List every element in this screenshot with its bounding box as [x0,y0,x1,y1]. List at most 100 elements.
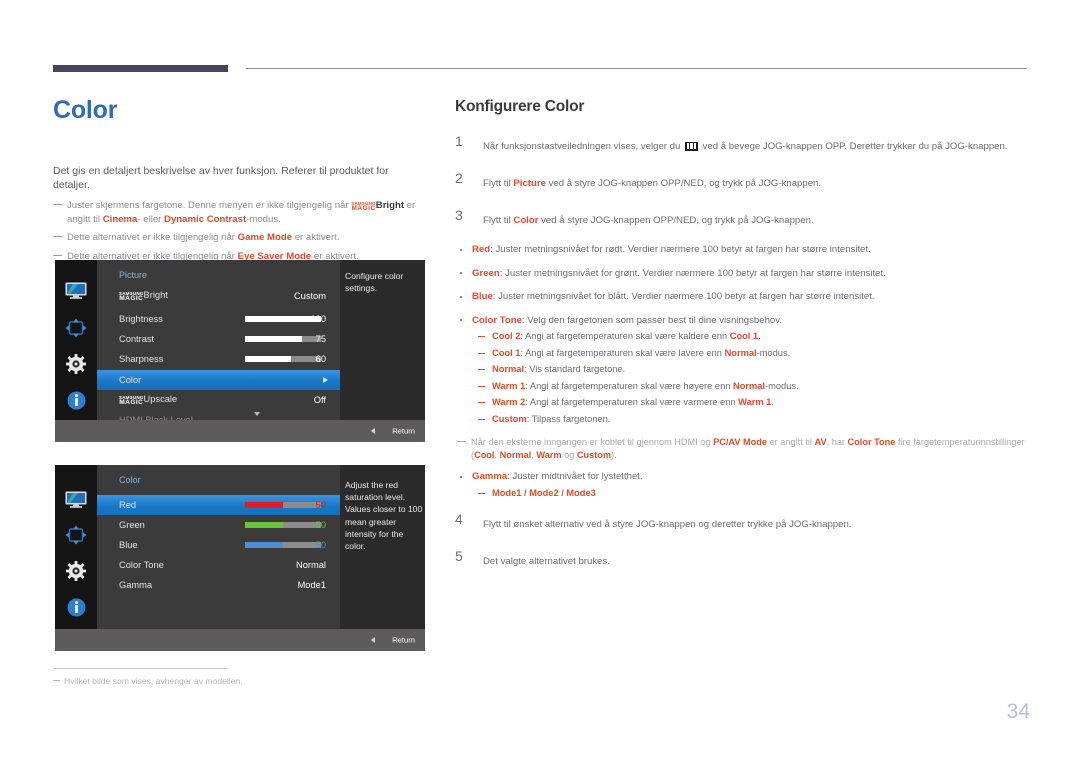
sub-bullet-item: Normal: Vis standard fargetone. [472,363,1030,377]
procedure-step: 3 Flytt til Color ved å styre JOG-knappen… [455,207,1030,228]
display-icon[interactable] [55,487,97,511]
osd-item-value: 50 [315,539,326,550]
osd-menu-item[interactable]: Green 50 [97,515,340,535]
osd-footer-bar: Return [55,629,425,651]
bullet-dot [460,319,463,322]
osd-slider[interactable] [245,501,321,508]
step-number: 3 [455,207,463,223]
note-dash [53,204,62,206]
osd-item-value: 50 [315,499,326,510]
bullet-dot [460,475,463,479]
osd-item-label: Bright [143,290,168,301]
osd-item-label-wrap: Contrast [119,334,154,344]
text-run: ved å bevege JOG-knappen OPP. Deretter t… [699,141,1008,152]
osd-menu-item[interactable]: Contrast 75 [97,329,340,349]
sub-bullet-dash [478,402,485,404]
sub-bullet-dash [478,385,485,387]
right-column: Konfigurere Color 1 Når funksjonstastveil… [455,98,1030,588]
emphasis: Normal [492,364,525,374]
osd-menu-item[interactable]: SAMSUNG MAGIC Upscale Off [97,390,340,410]
osd-menu-item[interactable]: SAMSUNG MAGIC Bright Custom [97,286,340,306]
osd-icon-rail [55,465,97,629]
note-dash [53,236,62,238]
text-run: : Angi at fargetemperaturen skal være hø… [525,380,733,391]
osd-menu-item[interactable]: Gamma Mode1 [97,575,340,595]
emphasis: Dynamic Contrast [164,213,247,225]
note-item: Dette alternativet er ikke tilgjengelig … [53,231,428,245]
emphasis: Blue [472,291,493,302]
bullet-dot [460,295,463,298]
osd-item-label: Contrast [119,333,155,344]
page-title: Color [53,96,118,124]
bullet-dot [460,248,463,251]
emphasis: Color [513,215,539,226]
osd-slider[interactable] [245,521,321,528]
text-run: : Vis standard fargetone. [524,364,626,374]
magicbright-logo: SAMSUNG MAGIC [119,291,144,303]
osd-slider[interactable] [245,541,321,548]
emphasis: Warm 1 [492,380,526,391]
sub-bullet-item: Cool 1: Angi at fargetemperaturen skal v… [472,347,1030,361]
emphasis: Warm 2 [492,397,526,407]
text-run: : Tilpass fargetonen. [526,413,611,424]
text-run: ved å styre JOG-knappen OPP/NED, og tryk… [538,215,814,226]
osd-slider[interactable] [245,335,321,342]
osd-item-label: Sharpness [119,353,164,364]
magicbright-logo: SAMSUNG MAGIC [119,395,144,407]
text-run: Når funksjonstastveiledningen vises, vel… [483,141,683,152]
manual-page: Color Det gis en detaljert beskrivelse a… [0,0,1080,763]
magicbright-logo: SAMSUNG MAGIC [351,201,376,212]
osd-item-value: 50 [315,519,326,530]
text-run: Det valgte alternativet brukes. [483,556,610,568]
emphasis: Normal [724,347,757,358]
text-run: Flytt til [483,178,514,189]
text-run: : Juster midtnivået for lystetthet. [507,471,643,483]
osd-return-label[interactable]: Return [392,636,415,645]
step-text: Når funksjonstastveiledningen vises, vel… [483,141,1008,152]
osd-menu-item[interactable]: Color [97,370,340,390]
footnote: Hvilket bilde som vises, avhenger av mod… [53,675,433,687]
scroll-down-indicator[interactable] [254,412,260,416]
onscreen-display-icon[interactable] [55,523,97,547]
onscreen-display-icon[interactable] [55,316,97,340]
sub-bullet-text: Warm 2: Angi at fargetemperaturen skal v… [492,397,774,407]
sub-bullet-dash [478,492,485,495]
sub-bullet-dash [478,352,485,354]
gamma-bullet: Gamma: Juster midtnivået for lystetthet.… [455,470,1030,500]
osd-item-value: 100 [310,313,326,324]
osd-item-value: Off [313,394,326,405]
sub-bullet-dash [478,336,485,338]
information-icon[interactable] [55,388,97,412]
back-arrow-icon[interactable] [371,428,375,434]
osd-slider[interactable] [245,355,321,362]
information-icon[interactable] [55,595,97,619]
sub-bullet-text: Warm 1: Angi at fargetemperaturen skal v… [492,381,799,391]
bullet-item: Blue: Juster metningsnivået for blått. V… [455,290,1030,304]
display-icon[interactable] [55,278,97,302]
text-run: -modus. [246,213,281,225]
osd-menu-item[interactable]: Color Tone Normal [97,555,340,575]
osd-slider-fill [245,521,283,528]
osd-menu-item[interactable]: Brightness 100 [97,309,340,329]
osd-menu-item[interactable]: Sharpness 60 [97,349,340,369]
header-accent-bar [53,65,228,72]
system-gear-icon[interactable] [55,559,97,583]
osd-menu-item[interactable]: Blue 50 [97,535,340,555]
step-text: Det valgte alternativet brukes. [483,556,610,567]
osd-item-value: 60 [315,353,326,364]
bullet-text: Color Tone: Velg den fargetonen som pass… [472,315,782,326]
osd-return-label[interactable]: Return [392,427,415,436]
emphasis: Color Tone [472,314,522,326]
sub-bullet-text: Normal: Vis standard fargetone. [492,364,625,374]
back-arrow-icon[interactable] [371,637,375,643]
step-text: Flytt til ønsket alternativ ved å styre … [483,519,851,530]
procedure-step: 2 Flytt til Picture ved å styre JOG-knapp… [455,170,1030,191]
sub-bullet-text: Custom: Tilpass fargetonen. [492,414,610,424]
osd-item-label: Brightness [119,313,163,324]
text-run: : Velg den fargetonen som passer best ti… [521,314,783,326]
emphasis: Cool 1 [729,331,759,341]
bullet-text: Gamma: Juster midtnivået for lystetthet. [472,471,643,482]
system-gear-icon[interactable] [55,352,97,376]
osd-menu-item[interactable]: Red 50 [97,495,340,515]
osd-item-label-wrap: SAMSUNG MAGIC Bright [119,290,168,303]
